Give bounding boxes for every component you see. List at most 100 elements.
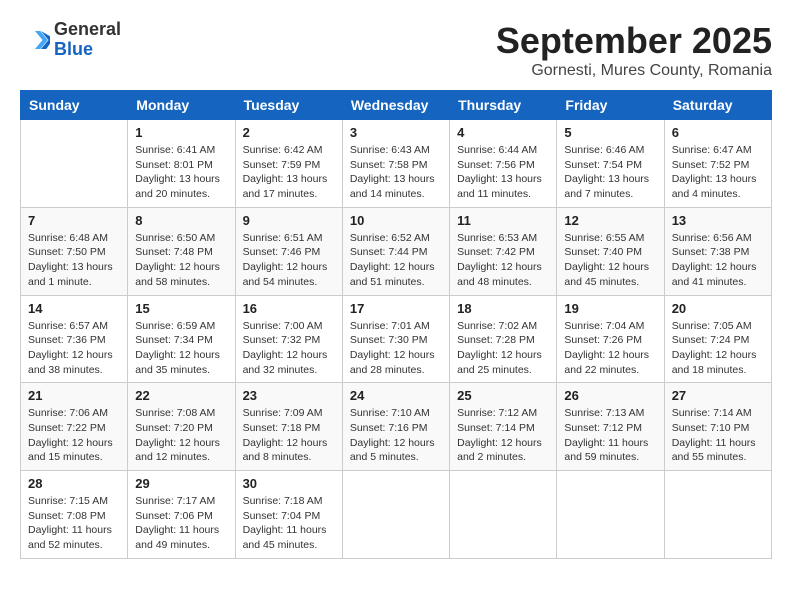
- calendar-cell: [664, 471, 771, 559]
- calendar-cell: 6Sunrise: 6:47 AMSunset: 7:52 PMDaylight…: [664, 120, 771, 208]
- logo-blue: Blue: [54, 39, 93, 59]
- calendar-cell: 11 Sunrise: 6:53 AMSunset: 7:42 PMDayligh…: [450, 207, 557, 295]
- page-header: General Blue September 2025 Gornesti, Mu…: [20, 20, 772, 80]
- day-number: 5: [564, 125, 656, 140]
- calendar-cell: 16 Sunrise: 7:00 AMSunset: 7:32 PMDayligh…: [235, 295, 342, 383]
- day-detail: Sunrise: 6:50 AMSunset: 7:48 PMDaylight:…: [135, 231, 227, 290]
- calendar-cell: 9 Sunrise: 6:51 AMSunset: 7:46 PMDaylight…: [235, 207, 342, 295]
- calendar-cell: 1Sunrise: 6:41 AMSunset: 8:01 PMDaylight…: [128, 120, 235, 208]
- calendar-cell: [342, 471, 449, 559]
- day-number: 11: [457, 213, 549, 228]
- calendar-cell: 14 Sunrise: 6:57 AMSunset: 7:36 PMDayligh…: [21, 295, 128, 383]
- day-number: 26: [564, 388, 656, 403]
- calendar-cell: [557, 471, 664, 559]
- calendar-cell: 27 Sunrise: 7:14 AMSunset: 7:10 PMDayligh…: [664, 383, 771, 471]
- day-detail: Sunrise: 6:55 AMSunset: 7:40 PMDaylight:…: [564, 231, 656, 290]
- day-detail: Sunrise: 7:12 AMSunset: 7:14 PMDaylight:…: [457, 406, 549, 465]
- calendar-cell: 5 Sunrise: 6:46 AMSunset: 7:54 PMDaylight…: [557, 120, 664, 208]
- day-detail: Sunrise: 7:15 AMSunset: 7:08 PMDaylight:…: [28, 494, 120, 553]
- logo: General Blue: [20, 20, 121, 60]
- day-detail: Sunrise: 6:46 AMSunset: 7:54 PMDaylight:…: [564, 143, 656, 202]
- day-detail: Sunrise: 7:06 AMSunset: 7:22 PMDaylight:…: [28, 406, 120, 465]
- day-detail: Sunrise: 6:51 AMSunset: 7:46 PMDaylight:…: [243, 231, 335, 290]
- day-number: 24: [350, 388, 442, 403]
- day-number: 30: [243, 476, 335, 491]
- day-number: 12: [564, 213, 656, 228]
- day-detail: Sunrise: 7:00 AMSunset: 7:32 PMDaylight:…: [243, 319, 335, 378]
- day-detail: Sunrise: 6:52 AMSunset: 7:44 PMDaylight:…: [350, 231, 442, 290]
- day-detail: Sunrise: 7:04 AMSunset: 7:26 PMDaylight:…: [564, 319, 656, 378]
- calendar-week-3: 14 Sunrise: 6:57 AMSunset: 7:36 PMDayligh…: [21, 295, 772, 383]
- calendar-cell: 28Sunrise: 7:15 AMSunset: 7:08 PMDayligh…: [21, 471, 128, 559]
- day-detail: Sunrise: 6:53 AMSunset: 7:42 PMDaylight:…: [457, 231, 549, 290]
- day-number: 15: [135, 301, 227, 316]
- day-detail: Sunrise: 7:13 AMSunset: 7:12 PMDaylight:…: [564, 406, 656, 465]
- day-number: 22: [135, 388, 227, 403]
- calendar-cell: 19Sunrise: 7:04 AMSunset: 7:26 PMDayligh…: [557, 295, 664, 383]
- month-title: September 2025: [496, 20, 772, 62]
- weekday-header-sunday: Sunday: [21, 91, 128, 120]
- day-detail: Sunrise: 6:42 AMSunset: 7:59 PMDaylight:…: [243, 143, 335, 202]
- day-number: 1: [135, 125, 227, 140]
- location-title: Gornesti, Mures County, Romania: [496, 62, 772, 80]
- day-number: 8: [135, 213, 227, 228]
- calendar-cell: 7Sunrise: 6:48 AMSunset: 7:50 PMDaylight…: [21, 207, 128, 295]
- calendar-cell: 2Sunrise: 6:42 AMSunset: 7:59 PMDaylight…: [235, 120, 342, 208]
- weekday-header-wednesday: Wednesday: [342, 91, 449, 120]
- calendar-cell: 21 Sunrise: 7:06 AMSunset: 7:22 PMDayligh…: [21, 383, 128, 471]
- day-detail: Sunrise: 7:05 AMSunset: 7:24 PMDaylight:…: [672, 319, 764, 378]
- day-number: 16: [243, 301, 335, 316]
- logo-icon: [20, 25, 50, 55]
- calendar-cell: 13 Sunrise: 6:56 AMSunset: 7:38 PMDayligh…: [664, 207, 771, 295]
- calendar-cell: 25 Sunrise: 7:12 AMSunset: 7:14 PMDayligh…: [450, 383, 557, 471]
- calendar-cell: [450, 471, 557, 559]
- day-detail: Sunrise: 7:01 AMSunset: 7:30 PMDaylight:…: [350, 319, 442, 378]
- calendar-cell: 15 Sunrise: 6:59 AMSunset: 7:34 PMDayligh…: [128, 295, 235, 383]
- calendar-cell: 10Sunrise: 6:52 AMSunset: 7:44 PMDayligh…: [342, 207, 449, 295]
- day-detail: Sunrise: 7:14 AMSunset: 7:10 PMDaylight:…: [672, 406, 764, 465]
- day-detail: Sunrise: 6:56 AMSunset: 7:38 PMDaylight:…: [672, 231, 764, 290]
- calendar-cell: [21, 120, 128, 208]
- calendar-cell: 29Sunrise: 7:17 AMSunset: 7:06 PMDayligh…: [128, 471, 235, 559]
- calendar-cell: 26 Sunrise: 7:13 AMSunset: 7:12 PMDayligh…: [557, 383, 664, 471]
- day-detail: Sunrise: 7:18 AMSunset: 7:04 PMDaylight:…: [243, 494, 335, 553]
- calendar-cell: 30 Sunrise: 7:18 AMSunset: 7:04 PMDayligh…: [235, 471, 342, 559]
- day-detail: Sunrise: 6:57 AMSunset: 7:36 PMDaylight:…: [28, 319, 120, 378]
- calendar-cell: 8 Sunrise: 6:50 AMSunset: 7:48 PMDaylight…: [128, 207, 235, 295]
- day-number: 17: [350, 301, 442, 316]
- weekday-header-thursday: Thursday: [450, 91, 557, 120]
- calendar-week-2: 7Sunrise: 6:48 AMSunset: 7:50 PMDaylight…: [21, 207, 772, 295]
- weekday-header-saturday: Saturday: [664, 91, 771, 120]
- weekday-header-monday: Monday: [128, 91, 235, 120]
- day-number: 18: [457, 301, 549, 316]
- weekday-header-tuesday: Tuesday: [235, 91, 342, 120]
- day-detail: Sunrise: 6:48 AMSunset: 7:50 PMDaylight:…: [28, 231, 120, 290]
- calendar-week-5: 28Sunrise: 7:15 AMSunset: 7:08 PMDayligh…: [21, 471, 772, 559]
- day-number: 23: [243, 388, 335, 403]
- day-number: 25: [457, 388, 549, 403]
- calendar-week-1: 1Sunrise: 6:41 AMSunset: 8:01 PMDaylight…: [21, 120, 772, 208]
- calendar-cell: 3 Sunrise: 6:43 AMSunset: 7:58 PMDaylight…: [342, 120, 449, 208]
- calendar-cell: 22Sunrise: 7:08 AMSunset: 7:20 PMDayligh…: [128, 383, 235, 471]
- logo-general: General: [54, 19, 121, 39]
- day-detail: Sunrise: 6:59 AMSunset: 7:34 PMDaylight:…: [135, 319, 227, 378]
- day-number: 21: [28, 388, 120, 403]
- day-number: 9: [243, 213, 335, 228]
- day-detail: Sunrise: 7:17 AMSunset: 7:06 PMDaylight:…: [135, 494, 227, 553]
- day-detail: Sunrise: 6:43 AMSunset: 7:58 PMDaylight:…: [350, 143, 442, 202]
- day-number: 14: [28, 301, 120, 316]
- calendar-cell: 4Sunrise: 6:44 AMSunset: 7:56 PMDaylight…: [450, 120, 557, 208]
- day-number: 27: [672, 388, 764, 403]
- calendar-cell: 20Sunrise: 7:05 AMSunset: 7:24 PMDayligh…: [664, 295, 771, 383]
- day-detail: Sunrise: 7:10 AMSunset: 7:16 PMDaylight:…: [350, 406, 442, 465]
- calendar-cell: 12 Sunrise: 6:55 AMSunset: 7:40 PMDayligh…: [557, 207, 664, 295]
- logo-text: General Blue: [54, 20, 121, 60]
- calendar-cell: 18 Sunrise: 7:02 AMSunset: 7:28 PMDayligh…: [450, 295, 557, 383]
- day-number: 6: [672, 125, 764, 140]
- day-number: 3: [350, 125, 442, 140]
- calendar-cell: 17 Sunrise: 7:01 AMSunset: 7:30 PMDayligh…: [342, 295, 449, 383]
- day-number: 4: [457, 125, 549, 140]
- weekday-header-friday: Friday: [557, 91, 664, 120]
- day-detail: Sunrise: 7:02 AMSunset: 7:28 PMDaylight:…: [457, 319, 549, 378]
- day-number: 13: [672, 213, 764, 228]
